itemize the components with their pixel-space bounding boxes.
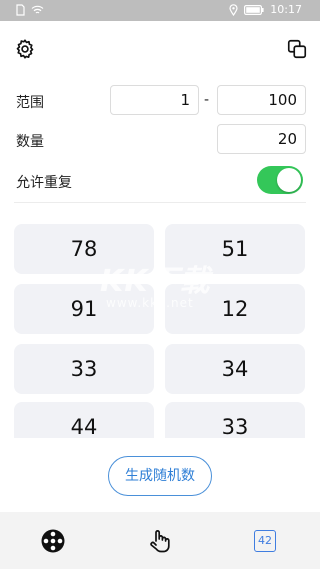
result-cell[interactable]: 51 — [165, 224, 305, 274]
status-bar: 10:17 — [0, 0, 320, 21]
bottom-nav: 42 — [0, 512, 320, 569]
result-cell[interactable]: 12 — [165, 284, 305, 334]
allow-repeat-label: 允许重复 — [16, 175, 72, 191]
generate-button[interactable]: 生成随机数 — [108, 456, 212, 496]
range-min-input[interactable]: 1 — [110, 85, 199, 115]
status-time: 10:17 — [270, 3, 302, 16]
wifi-icon — [31, 5, 44, 14]
tap-hand-icon[interactable] — [147, 528, 173, 554]
toolbar — [0, 30, 320, 66]
sim-card-icon — [16, 4, 25, 16]
range-separator: - — [204, 92, 210, 108]
number-mode-tab[interactable]: 42 — [254, 530, 276, 552]
battery-icon — [244, 4, 264, 15]
result-cell[interactable]: 91 — [14, 284, 154, 334]
divider — [14, 202, 306, 203]
result-cell[interactable]: 34 — [165, 344, 305, 394]
results-grid: 78 51 91 12 33 34 44 33 — [0, 222, 320, 438]
copy-icon[interactable] — [286, 38, 308, 60]
dice-icon[interactable] — [40, 528, 66, 554]
allow-repeat-toggle[interactable] — [257, 166, 303, 194]
range-label: 范围 — [16, 95, 44, 111]
result-cell[interactable]: 33 — [14, 344, 154, 394]
result-cell[interactable]: 44 — [14, 402, 154, 438]
range-max-input[interactable]: 100 — [217, 85, 306, 115]
count-input[interactable]: 20 — [217, 124, 306, 154]
location-icon — [229, 3, 238, 16]
settings-gear-icon[interactable] — [14, 38, 36, 60]
count-label: 数量 — [16, 134, 44, 150]
result-cell[interactable]: 78 — [14, 224, 154, 274]
toggle-knob — [277, 168, 301, 192]
result-cell[interactable]: 33 — [165, 402, 305, 438]
